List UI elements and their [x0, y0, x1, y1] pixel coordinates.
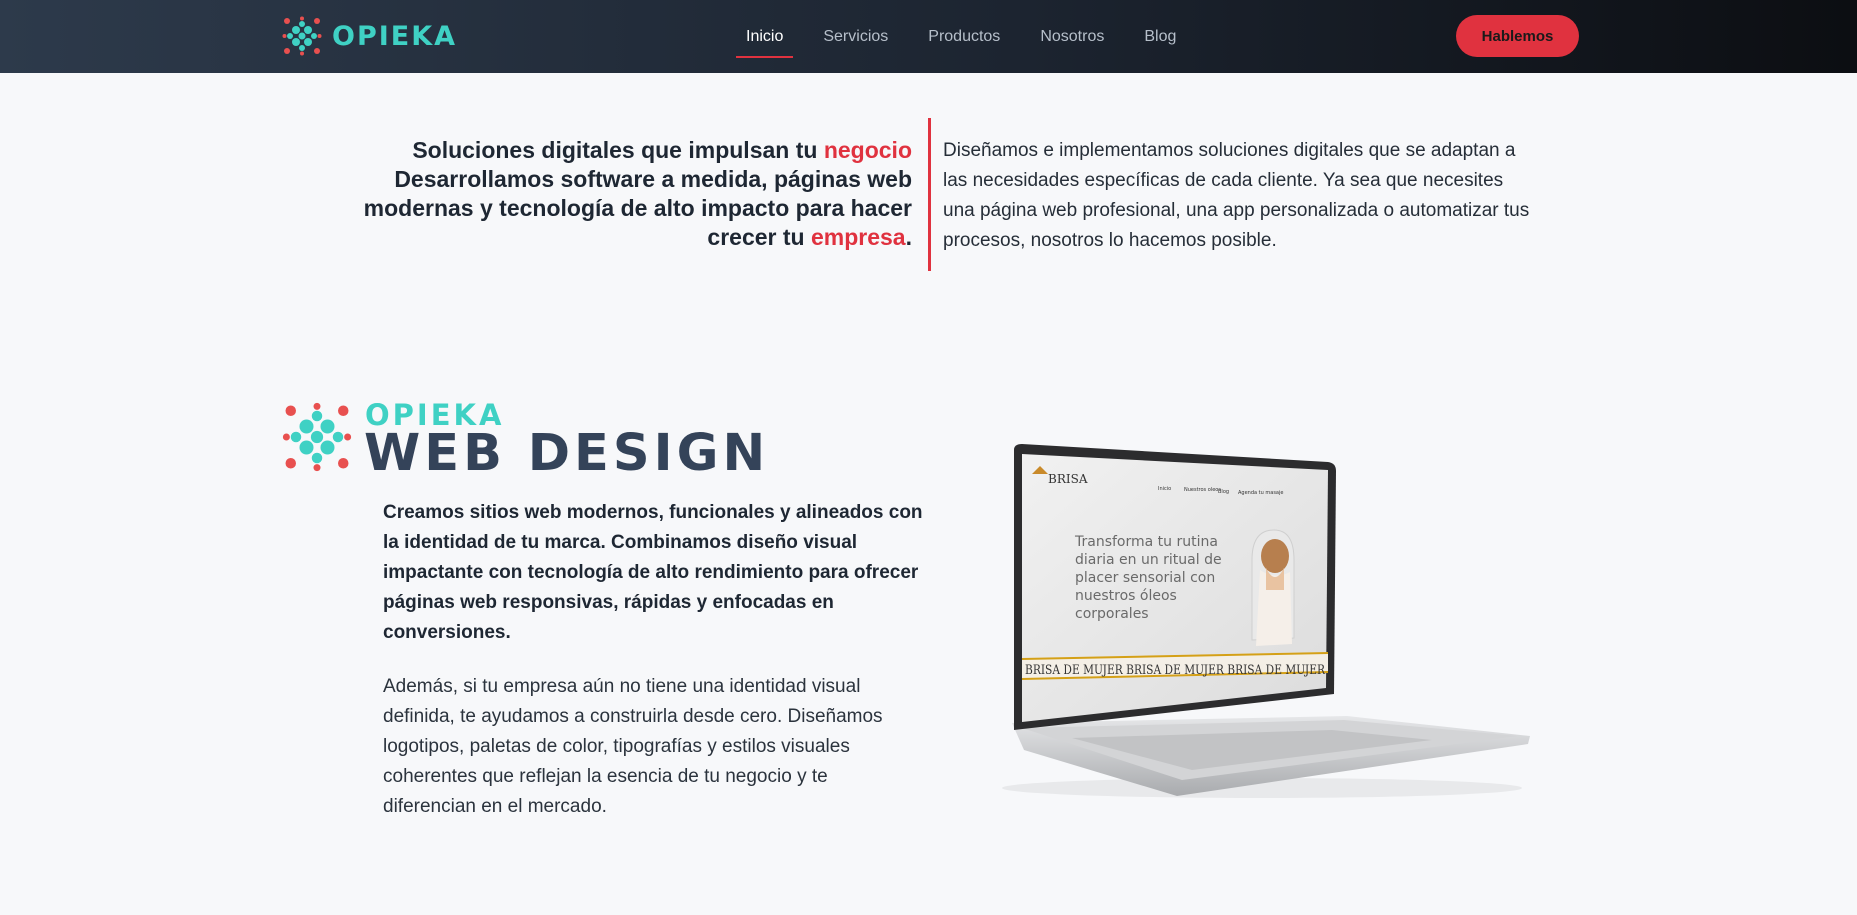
- laptop-hero-line-5: corporales: [1075, 606, 1149, 622]
- laptop-mockup-image: BRISA Inicio Nuestros oleos Blog Agenda …: [1002, 444, 1530, 798]
- headline-text-1: Soluciones digitales que impulsan tu: [412, 137, 824, 163]
- laptop-screen-nav-3: Blog: [1218, 489, 1229, 495]
- nav-item-servicios[interactable]: Servicios: [823, 0, 888, 73]
- main-nav: Inicio Servicios Productos Nosotros Blog: [736, 0, 1216, 73]
- laptop-hero-line-2: diaria en un ritual de: [1075, 552, 1222, 568]
- nav-item-nosotros[interactable]: Nosotros: [1040, 0, 1104, 73]
- nav-item-productos[interactable]: Productos: [928, 0, 1000, 73]
- nav-item-inicio[interactable]: Inicio: [736, 0, 794, 73]
- intro-description: Diseñamos e implementamos soluciones dig…: [943, 140, 1530, 251]
- laptop-screen-nav-2: Nuestros oleos: [1184, 487, 1221, 493]
- web-design-logo: OPIEKA WEB DESIGN: [282, 400, 802, 480]
- laptop-screen-marquee: BRISA DE MUJER BRISA DE MUJER BRISA DE M…: [1025, 663, 1326, 678]
- logo-mark-icon: [282, 402, 352, 472]
- headline-text-end: .: [905, 224, 912, 250]
- brand-name: OPIEKA: [332, 20, 458, 52]
- laptop-hero-line-1: Transforma tu rutina: [1074, 534, 1218, 550]
- logo-mark-icon: [282, 16, 322, 56]
- web-design-branding-paragraph: Además, si tu empresa aún no tiene una i…: [383, 676, 883, 817]
- laptop-screen-nav-1: Inicio: [1158, 486, 1171, 492]
- navbar: OPIEKA Inicio Servicios Productos Nosotr…: [0, 0, 1857, 73]
- laptop-screen-logo-text: BRISA: [1048, 472, 1088, 486]
- intro-divider: [928, 118, 931, 271]
- laptop-hero-line-3: placer sensorial con: [1075, 570, 1215, 586]
- headline-accent-negocio: negocio: [823, 137, 912, 163]
- brand-logo[interactable]: OPIEKA: [282, 16, 457, 56]
- headline-accent-empresa: empresa: [810, 224, 906, 250]
- hablemos-button[interactable]: Hablemos: [1456, 15, 1579, 57]
- web-design-title: WEB DESIGN: [364, 424, 770, 483]
- intro-headline: Soluciones digitales que impulsan tu neg…: [340, 136, 912, 252]
- laptop-hero-line-4: nuestros óleos: [1075, 588, 1177, 604]
- web-design-intro-paragraph: Creamos sitios web modernos, funcionales…: [383, 502, 923, 643]
- laptop-screen-nav-4: Agenda tu masaje: [1238, 490, 1283, 496]
- nav-item-blog[interactable]: Blog: [1144, 0, 1176, 73]
